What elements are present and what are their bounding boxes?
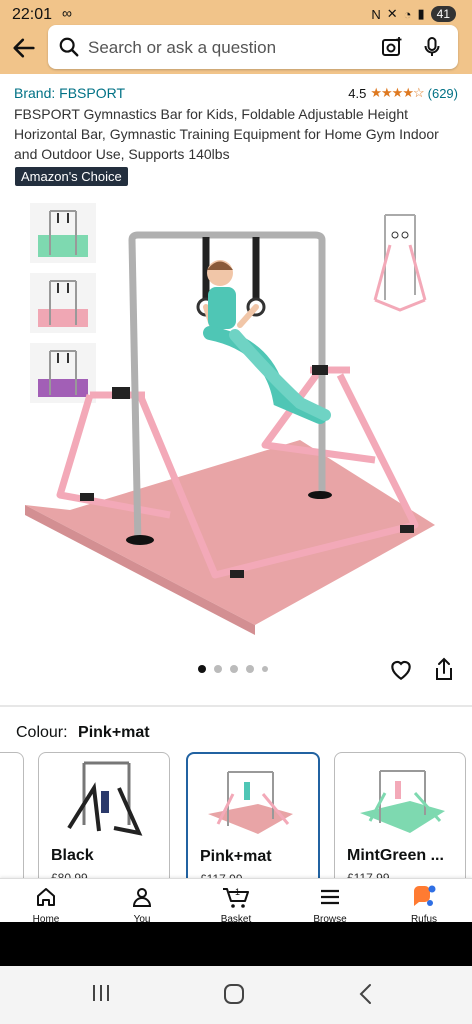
battery-icon: 41	[430, 6, 456, 22]
swatch-mintgreen[interactable]: MintGreen ... £117.99	[334, 752, 466, 894]
carousel-dot[interactable]	[262, 666, 268, 672]
nav-browse[interactable]: Browse	[300, 885, 360, 924]
colour-label: Colour:	[16, 724, 68, 741]
carousel-dot[interactable]	[214, 665, 222, 673]
swatch-label: MintGreen ...	[347, 847, 444, 864]
recent-apps-icon[interactable]	[90, 982, 112, 1004]
cart-icon: 1	[223, 887, 249, 908]
mute-icon: ✕	[386, 6, 398, 21]
notification-icon: ∞	[62, 5, 72, 21]
nav-you[interactable]: You	[112, 885, 172, 924]
camera-search-icon[interactable]	[380, 35, 404, 59]
home-icon	[37, 888, 55, 906]
search-icon	[59, 37, 79, 57]
swatch-image	[208, 771, 293, 834]
home-button-icon[interactable]	[222, 982, 246, 1006]
carousel-dot[interactable]	[230, 665, 238, 673]
swatch-previous[interactable]	[0, 752, 24, 894]
heart-icon[interactable]	[388, 656, 414, 682]
nav-rufus[interactable]: Rufus	[394, 885, 454, 924]
menu-icon	[321, 889, 339, 905]
colour-selected-value: Pink+mat	[78, 724, 150, 741]
swatch-black[interactable]: Black £80.99	[38, 752, 170, 894]
image-carousel-dots[interactable]	[198, 665, 268, 673]
system-navigation-bar	[0, 966, 472, 1024]
star-rating-icon: ★★★★☆	[370, 85, 424, 100]
carousel-dot[interactable]	[246, 665, 254, 673]
carousel-dot[interactable]	[198, 665, 206, 673]
rating-summary[interactable]: 4.5 ★★★★☆ (629)	[348, 85, 458, 101]
swatch-label: Black	[51, 847, 94, 864]
swatch-image	[67, 761, 143, 836]
wifi-icon: ◔	[403, 6, 412, 22]
back-arrow-icon[interactable]	[10, 34, 38, 62]
user-icon	[132, 888, 152, 907]
rating-count: (629)	[427, 85, 458, 101]
swatch-label: Pink+mat	[200, 848, 272, 865]
rufus-icon	[414, 885, 436, 906]
microphone-icon[interactable]	[420, 35, 444, 59]
section-divider	[0, 705, 472, 707]
swatch-image	[360, 770, 445, 833]
back-button-icon[interactable]	[356, 982, 376, 1006]
screen-black-band	[0, 922, 472, 966]
search-header: Search or ask a question	[0, 22, 472, 74]
search-input[interactable]: Search or ask a question	[48, 25, 458, 69]
amazons-choice-badge: Amazon's Choice	[15, 167, 128, 186]
status-icons: N ✕ ◔ ▮ 41	[371, 6, 456, 22]
brand-link[interactable]: Brand: FBSPORT	[14, 85, 125, 101]
swatch-pink-mat[interactable]: Pink+mat £117.99	[186, 752, 320, 896]
product-title: FBSPORT Gymnastics Bar for Kids, Foldabl…	[14, 106, 439, 162]
share-icon[interactable]	[432, 656, 456, 682]
signal-icon: ▮	[417, 6, 425, 21]
nfc-icon: N	[371, 6, 381, 22]
bottom-navigation: Home You 1 Basket Browse Rufus	[0, 878, 472, 924]
search-placeholder: Search or ask a question	[88, 38, 277, 57]
nav-basket[interactable]: 1 Basket	[206, 885, 266, 924]
product-side-image	[373, 214, 427, 312]
rating-value: 4.5	[348, 85, 367, 101]
cart-count: 1	[235, 887, 240, 897]
nav-home[interactable]: Home	[16, 885, 76, 924]
colour-selection-label: Colour: Pink+mat	[16, 724, 150, 742]
